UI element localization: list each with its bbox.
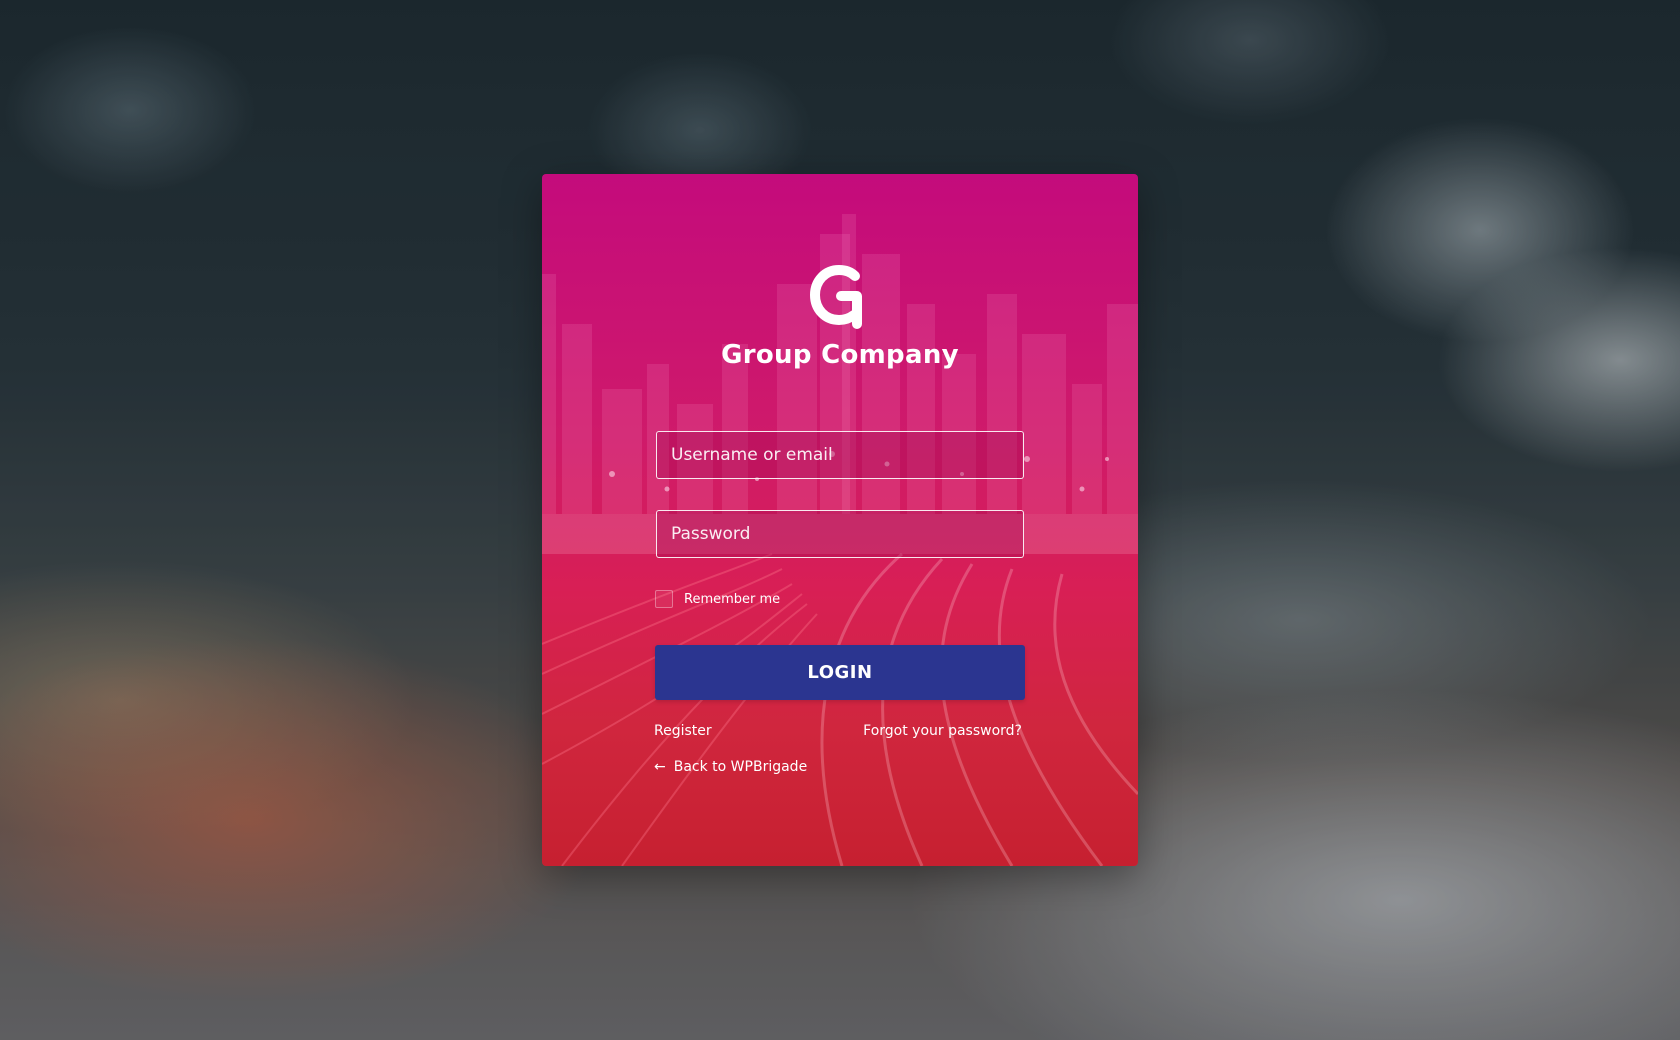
- username-input[interactable]: [656, 431, 1024, 479]
- register-link[interactable]: Register: [654, 723, 712, 739]
- forgot-password-link[interactable]: Forgot your password?: [863, 723, 1022, 739]
- login-button[interactable]: LOGIN: [655, 645, 1025, 700]
- remember-me-label: Remember me: [684, 591, 781, 607]
- remember-me-row[interactable]: Remember me: [655, 590, 780, 608]
- password-input[interactable]: [656, 510, 1024, 558]
- brand-name: Group Company: [721, 340, 959, 370]
- g-logo-icon: [809, 264, 862, 329]
- arrow-left-icon: ←: [654, 759, 666, 775]
- remember-me-checkbox[interactable]: [655, 590, 673, 608]
- back-to-site-label: Back to WPBrigade: [673, 759, 808, 775]
- login-card: Group Company Remember me LOGIN Register…: [542, 174, 1138, 866]
- back-to-site-link[interactable]: ← Back to WPBrigade: [654, 759, 807, 775]
